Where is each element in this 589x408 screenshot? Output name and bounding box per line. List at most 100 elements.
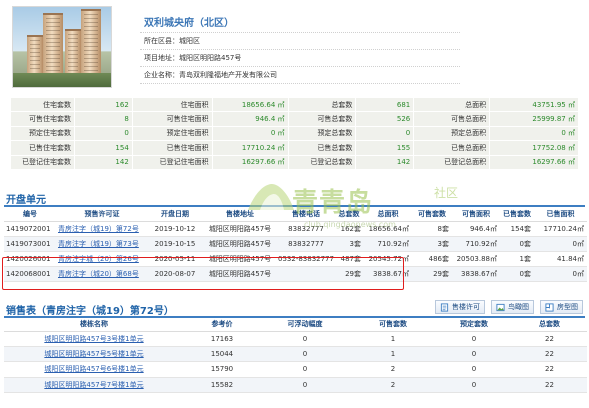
table-cell: 15790 (184, 361, 260, 378)
table-cell: 20503.88㎡ (452, 251, 500, 267)
sales-column-header: 可浮动幅度 (260, 318, 350, 332)
table-cell: 0㎡ (534, 266, 587, 282)
table-cell: 0 (260, 346, 350, 363)
stat-value: 0 (73, 125, 133, 142)
district-row: 所在区县：城阳区 (144, 37, 200, 45)
table-cell: 0 (260, 377, 350, 394)
stat-value: 16297.66 ㎡ (211, 154, 289, 170)
stat-value: 8 (73, 111, 133, 127)
table-cell: 946.4㎡ (452, 221, 500, 237)
document-icon (440, 302, 449, 312)
units-column-header: 售楼地址 (202, 208, 278, 222)
stat-value: 155 (355, 140, 415, 156)
building-link[interactable]: 城阳区明阳路457号7号楼1单元 (44, 381, 143, 389)
stat-label: 可售住宅套数 (10, 111, 75, 127)
building-link[interactable]: 城阳区明阳路457号5号楼1单元 (44, 350, 143, 358)
stat-label: 已售总面积 (413, 140, 491, 156)
permit-link[interactable]: 青房注字（城19）第73号 (58, 240, 139, 248)
stat-label: 已售住宅面积 (131, 140, 213, 156)
stat-label: 预定住宅面积 (131, 125, 213, 142)
table-row: 城阳区明阳路457号5号楼1单元 15044 0 1 0 22 (4, 346, 587, 363)
building-link[interactable]: 城阳区明阳路457号3号楼1单元 (44, 335, 143, 343)
table-row: 城阳区明阳路457号3号楼1单元 17163 0 1 0 22 (4, 331, 587, 347)
stat-value: 142 (73, 154, 133, 170)
tab-presale-permit[interactable]: 售楼许可 (435, 300, 485, 314)
stat-value: 0 ㎡ (211, 125, 289, 142)
section-divider (4, 205, 585, 207)
table-cell: 1 (350, 346, 436, 363)
stat-label: 已登记住宅面积 (131, 154, 213, 170)
table-row: 1419072001 青房注字（城19）第72号 2019-10-12 城阳区明阳路4… (4, 221, 587, 237)
table-cell: 1419073001 (4, 236, 56, 252)
stats-row: 已登记住宅套数 142 已登记住宅面积 16297.66 ㎡已登记总套数 142 已登记总… (10, 154, 579, 170)
table-cell: 162套 (334, 221, 364, 237)
stat-value: 526 (355, 111, 415, 127)
table-cell: 41.84㎡ (534, 251, 587, 267)
stat-label: 已登记总套数 (287, 154, 357, 170)
stats-row: 预定住宅套数 0 预定住宅面积 0 ㎡预定总套数 0 预定总面积 0 ㎡ (10, 125, 579, 142)
table-cell: 0 (260, 331, 350, 347)
table-cell: 710.92㎡ (452, 236, 500, 252)
table-cell: 22 (512, 331, 587, 347)
building-cell: 城阳区明阳路457号7号楼1单元 (4, 377, 184, 394)
stat-value: 16297.66 ㎡ (489, 154, 579, 170)
table-cell: 0套 (500, 266, 534, 282)
building-cell: 城阳区明阳路457号6号楼1单元 (4, 361, 184, 378)
units-column-header: 售楼电话 (278, 208, 334, 222)
permit-link[interactable]: 青房注字（城19）第72号 (58, 225, 139, 233)
table-cell: 3838.67㎡ (452, 266, 500, 282)
units-column-header: 预售许可证 (56, 208, 148, 222)
building-link[interactable]: 城阳区明阳路457号6号楼1单元 (44, 365, 143, 373)
table-cell: 15582 (184, 377, 260, 394)
district-value: 城阳区 (179, 37, 200, 45)
table-cell: 83832777 (278, 236, 334, 252)
table-cell: 2019-10-15 (148, 236, 202, 252)
table-cell: 2019-10-12 (148, 221, 202, 237)
sales-section-title: 销售表（青房注字（城19）第72号） (6, 306, 174, 317)
table-cell: 城阳区明阳路457号 (202, 221, 278, 237)
table-cell: 15044 (184, 346, 260, 363)
sales-column-header: 楼栋名称 (4, 318, 184, 332)
table-cell: 29套 (412, 266, 452, 282)
table-cell: 0㎡ (534, 236, 587, 252)
sales-table: 楼栋名称 参考价 可浮动幅度 可售套数 预定套数 总套数 城阳区明阳路457号3号楼1单元… (4, 318, 587, 394)
table-cell: 1 (350, 331, 436, 347)
stat-label: 住宅套数 (10, 96, 75, 113)
table-cell: 18656.64㎡ (364, 221, 412, 237)
stats-row: 住宅套数 162 住宅面积 18656.64 ㎡总套数 681 总面积 43751.95 ㎡ (10, 96, 579, 113)
units-column-header: 总套数 (334, 208, 364, 222)
project-header: 双利城央府（北区） 所在区县：城阳区 项目地址：城阳区明阳路457号 企业名称：… (10, 4, 584, 92)
table-cell: 17163 (184, 331, 260, 347)
table-cell: 22 (512, 361, 587, 378)
table-cell: 17710.24㎡ (534, 221, 587, 237)
table-cell: 154套 (500, 221, 534, 237)
table-cell: 710.92㎡ (364, 236, 412, 252)
image-icon (496, 303, 505, 311)
stat-label: 已售住宅套数 (10, 140, 75, 156)
units-column-header: 可售套数 (412, 208, 452, 222)
table-cell: 0 (436, 346, 512, 363)
sales-column-header: 可售套数 (350, 318, 436, 332)
units-section-title: 开盘单元 (6, 195, 46, 206)
table-cell: 2 (350, 361, 436, 378)
table-cell: 3套 (334, 236, 364, 252)
permit-cell: 青房注字（城19）第73号 (56, 236, 148, 252)
table-cell: 1419072001 (4, 221, 56, 237)
stat-label: 可售住宅面积 (131, 111, 213, 127)
table-row: 城阳区明阳路457号6号楼1单元 15790 0 2 0 22 (4, 361, 587, 378)
project-photo[interactable] (12, 6, 112, 88)
stat-value: 18656.64 ㎡ (211, 96, 289, 113)
table-cell: 2 (350, 377, 436, 394)
sales-column-header: 预定套数 (436, 318, 512, 332)
tab-floor-plan[interactable]: 房型图 (540, 300, 583, 314)
stat-label: 总面积 (413, 96, 491, 113)
stat-label: 可售总面积 (413, 111, 491, 127)
stat-label: 可售总套数 (287, 111, 357, 127)
stat-label: 总套数 (287, 96, 357, 113)
units-column-header: 已售面积 (534, 208, 587, 222)
stat-value: 0 (355, 125, 415, 142)
stat-value: 154 (73, 140, 133, 156)
stat-label: 已售总套数 (287, 140, 357, 156)
tab-aerial-view[interactable]: 鸟瞰图 (491, 300, 534, 314)
sales-column-header: 参考价 (184, 318, 260, 332)
